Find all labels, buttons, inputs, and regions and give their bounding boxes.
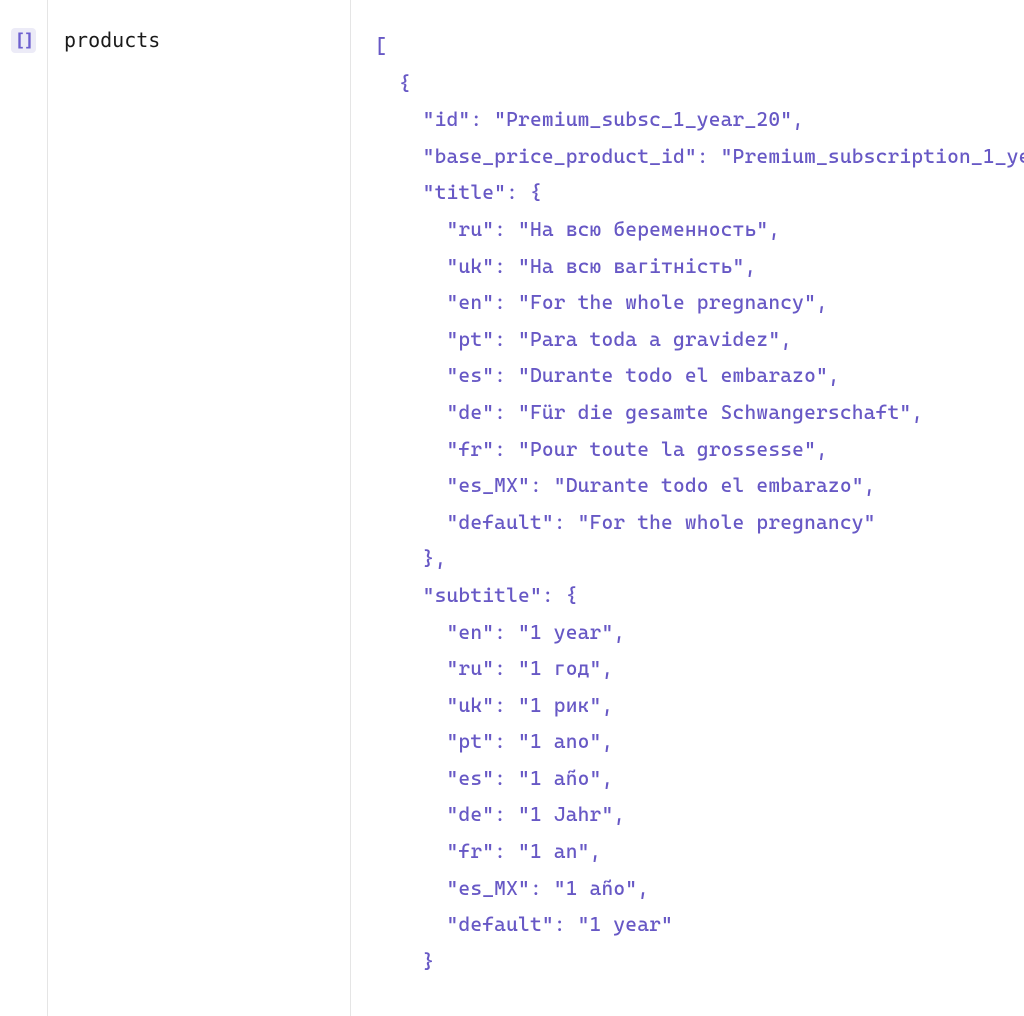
- json-value-display[interactable]: [ { "id": "Premium_subsc_1_year_20", "ba…: [375, 28, 1008, 979]
- type-icon-column: []: [0, 0, 48, 1016]
- field-key-label: products: [64, 28, 160, 52]
- field-key-column: products: [48, 0, 351, 1016]
- field-value-column[interactable]: [ { "id": "Premium_subsc_1_year_20", "ba…: [351, 0, 1024, 1016]
- array-type-icon: []: [11, 28, 37, 53]
